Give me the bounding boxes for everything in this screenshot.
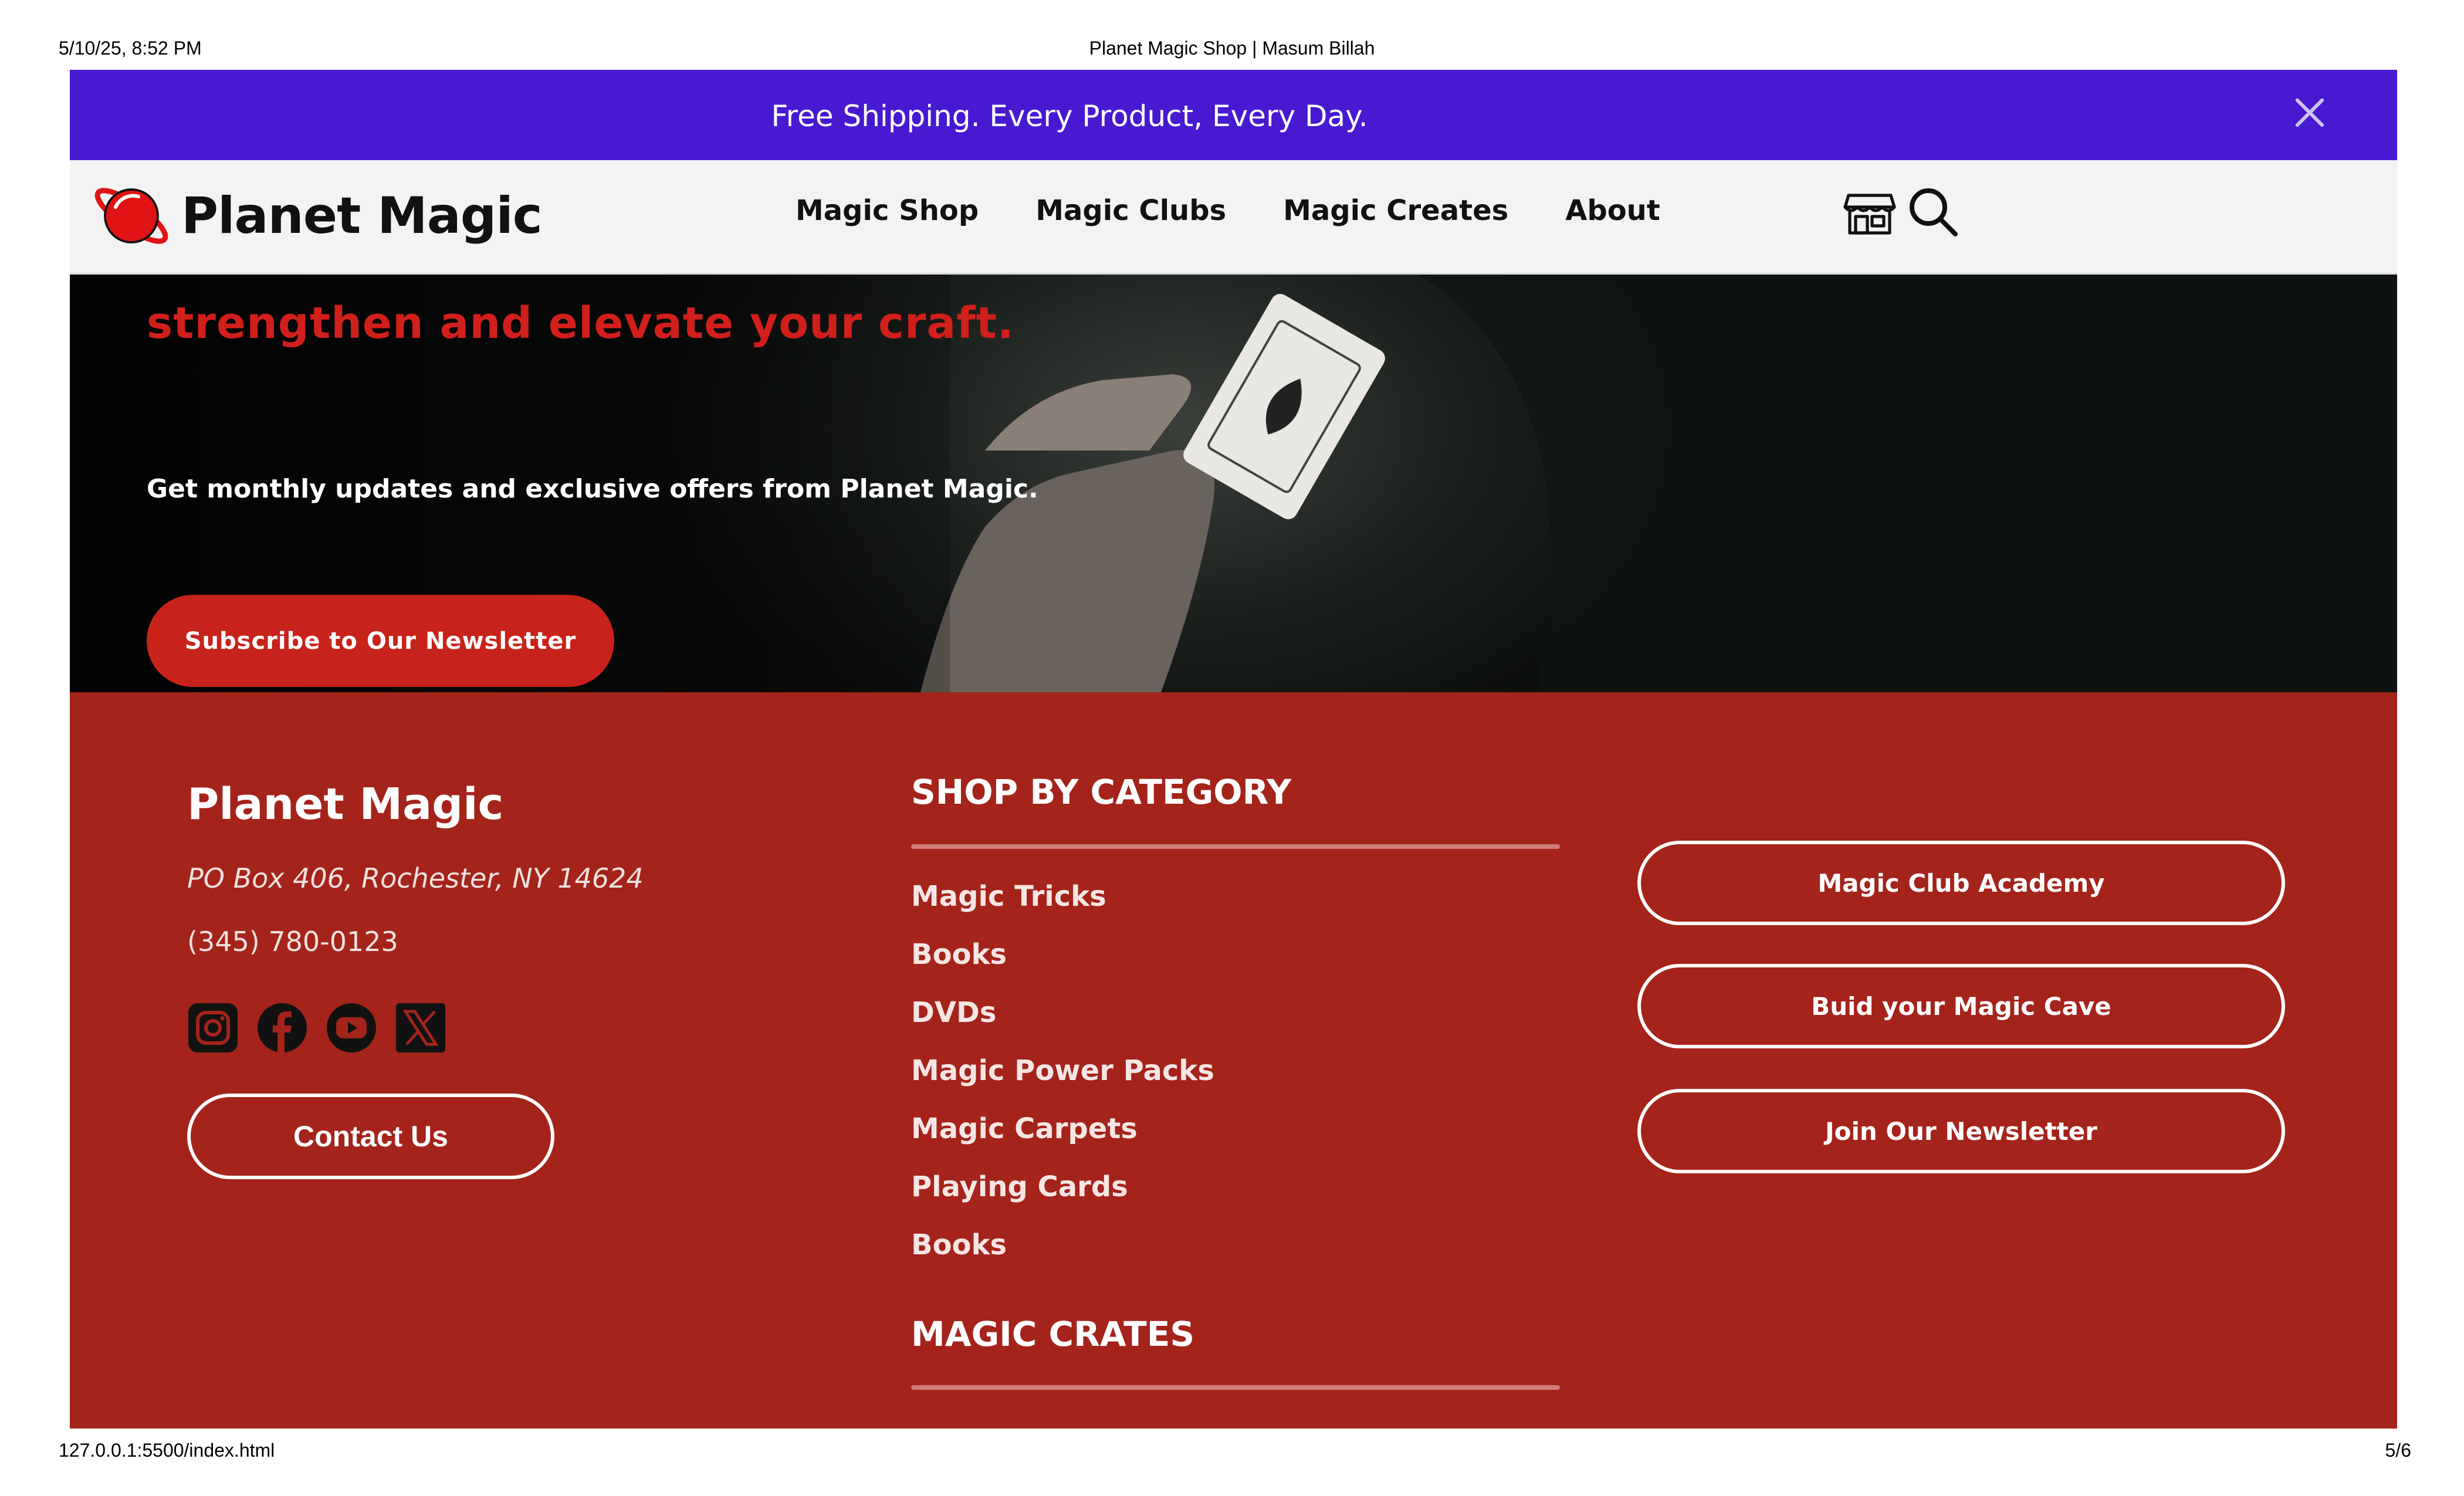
category-link[interactable]: Playing Cards <box>911 1169 1214 1227</box>
category-link[interactable]: Magic Tricks <box>911 879 1214 937</box>
category-list: Magic Tricks Books DVDs Magic Power Pack… <box>911 879 1214 1285</box>
instagram-icon[interactable] <box>187 1002 239 1054</box>
build-magic-cave-button[interactable]: Buid your Magic Cave <box>1637 964 2285 1048</box>
page-frame: Free Shipping. Every Product, Every Day.… <box>70 70 2397 1429</box>
category-link[interactable]: Books <box>911 937 1214 995</box>
hero-subtext: Get monthly updates and exclusive offers… <box>147 474 1038 504</box>
print-url: 127.0.0.1:5500/index.html <box>59 1440 275 1461</box>
nav-about[interactable]: About <box>1565 194 1660 227</box>
shop-by-category-heading: SHOP BY CATEGORY <box>911 772 1292 812</box>
facebook-icon[interactable] <box>256 1002 308 1054</box>
newsletter-hero: strengthen and elevate your craft. Get m… <box>70 275 2397 692</box>
store-icon[interactable] <box>1842 184 1898 240</box>
footer-address: PO Box 406, Rochester, NY 14624 <box>187 862 644 894</box>
category-divider <box>911 844 1560 849</box>
nav-magic-creates[interactable]: Magic Creates <box>1283 194 1508 227</box>
category-link[interactable]: DVDs <box>911 995 1214 1053</box>
subscribe-button[interactable]: Subscribe to Our Newsletter <box>147 595 614 687</box>
announcement-text: Free Shipping. Every Product, Every Day. <box>771 99 1368 133</box>
footer-phone: (345) 780-0123 <box>187 926 398 957</box>
search-icon[interactable] <box>1905 184 1961 240</box>
join-newsletter-button[interactable]: Join Our Newsletter <box>1637 1089 2285 1173</box>
contact-us-button[interactable]: Contact Us <box>187 1094 554 1179</box>
magic-crates-heading: MAGIC CRATES <box>911 1314 1195 1354</box>
youtube-icon[interactable] <box>326 1002 377 1054</box>
category-link[interactable]: Books <box>911 1227 1214 1285</box>
planet-logo-icon <box>94 188 168 244</box>
brand-link[interactable]: Planet Magic <box>87 172 543 260</box>
print-title: Planet Magic Shop | Masum Billah <box>1089 38 1375 59</box>
magic-club-academy-button[interactable]: Magic Club Academy <box>1637 841 2285 925</box>
navbar: Planet Magic Magic Shop Magic Clubs Magi… <box>70 160 2397 275</box>
crates-divider <box>911 1385 1560 1390</box>
brand-name: Planet Magic <box>181 187 543 245</box>
site-footer: Planet Magic PO Box 406, Rochester, NY 1… <box>70 692 2397 1429</box>
hero-heading: strengthen and elevate your craft. <box>147 298 1015 348</box>
close-icon[interactable] <box>2289 92 2330 133</box>
main-nav: Magic Shop Magic Clubs Magic Creates Abo… <box>796 194 1660 227</box>
announcement-bar: Free Shipping. Every Product, Every Day. <box>70 70 2397 160</box>
nav-magic-shop[interactable]: Magic Shop <box>796 194 979 227</box>
print-page-number: 5/6 <box>2385 1440 2411 1461</box>
social-links <box>187 1002 446 1054</box>
nav-magic-clubs[interactable]: Magic Clubs <box>1035 194 1226 227</box>
category-link[interactable]: Magic Power Packs <box>911 1053 1214 1111</box>
x-icon[interactable] <box>395 1002 446 1054</box>
footer-brand: Planet Magic <box>187 779 504 830</box>
category-link[interactable]: Magic Carpets <box>911 1111 1214 1169</box>
